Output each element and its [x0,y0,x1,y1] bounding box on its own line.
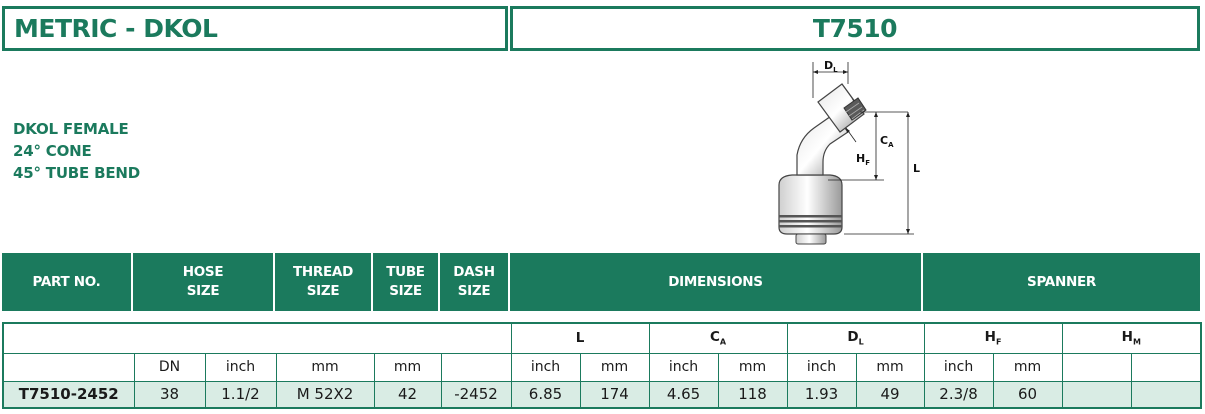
table-cell: 49 [855,380,925,409]
header-dimensions: DIMENSIONS [510,253,923,311]
unit-cell: mm [275,352,375,382]
dim-hm-header: HM [1061,322,1202,354]
part-family-box: T7510 [510,6,1200,51]
table-cell: 60 [992,380,1063,409]
unit-cell: mm [855,352,925,382]
table-cell: 38 [133,380,206,409]
description-line: 24° CONE [13,142,92,160]
unit-row: DN inch mm mm inch mm inch mm inch mm in… [2,352,1202,382]
table-group-header: PART NO. HOSE SIZE THREAD SIZE TUBE SIZE DA… [2,253,1200,311]
part-number-cell: T7510-2452 [2,380,135,409]
table-cell: M 52X2 [275,380,375,409]
data-table: L CA DL HF HM DN inch mm mm inch mm inch… [2,322,1203,409]
fitting-description: DKOL FEMALE 24° CONE 45° TUBE BEND [13,118,140,184]
drawing-label-hf: HF [856,152,870,167]
unit-cell [2,352,135,382]
dim-dl-header: DL [786,322,925,354]
unit-cell: mm [717,352,788,382]
unit-cell: inch [204,352,277,382]
table-cell: 4.65 [648,380,719,409]
drawing-label-l: L [913,162,920,175]
table-cell: 42 [373,380,442,409]
dim-hf-header: HF [923,322,1063,354]
series-title: METRIC - DKOL [14,14,218,43]
dim-l-header: L [510,322,650,354]
table-cell: 174 [579,380,650,409]
table-row: T7510-2452 38 1.1/2 M 52X2 42 -2452 6.85… [2,380,1202,409]
unit-cell: inch [648,352,719,382]
header-tube-size: TUBE SIZE [373,253,440,311]
table-cell [1130,380,1202,409]
table-cell [1061,380,1132,409]
unit-cell: mm [992,352,1063,382]
series-title-box: METRIC - DKOL [2,6,508,51]
description-line: DKOL FEMALE [13,120,129,138]
unit-cell: mm [579,352,650,382]
header-dash-size: DASH SIZE [440,253,510,311]
unit-cell: DN [133,352,206,382]
drawing-label-ca: CA [880,134,894,149]
header-hose-size: HOSE SIZE [133,253,275,311]
dimension-header-row: L CA DL HF HM [2,322,1202,354]
header-part-no: PART NO. [2,253,133,311]
description-line: 45° TUBE BEND [13,164,140,182]
drawing-label-dl: DL [824,59,838,74]
table-cell: 2.3/8 [923,380,994,409]
part-family-title: T7510 [812,14,898,43]
header-spanner: SPANNER [1027,273,1096,290]
unit-cell: inch [786,352,857,382]
header-thread-size: THREAD SIZE [275,253,373,311]
unit-cell [1061,352,1132,382]
table-cell: -2452 [440,380,512,409]
unit-cell: mm [373,352,442,382]
dim-ca-header: CA [648,322,788,354]
unit-cell [1130,352,1202,382]
blank-cell [2,322,512,354]
table-cell: 1.1/2 [204,380,277,409]
unit-cell: inch [923,352,994,382]
unit-cell: inch [510,352,581,382]
table-cell: 118 [717,380,788,409]
unit-cell [440,352,512,382]
table-cell: 6.85 [510,380,581,409]
fitting-drawing: DL CA L HF [778,59,920,245]
table-cell: 1.93 [786,380,857,409]
